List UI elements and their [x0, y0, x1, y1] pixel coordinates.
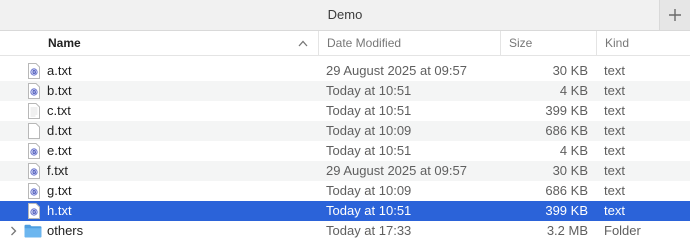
file-size: 4 KB	[559, 143, 588, 158]
file-row-f[interactable]: f.txt 29 August 2025 at 09:57 30 KB text	[0, 161, 690, 181]
file-date: Today at 10:51	[326, 203, 412, 218]
window-title: Demo	[327, 7, 363, 22]
folder-size: 3.2 MB	[546, 223, 588, 238]
file-size: 4 KB	[559, 83, 588, 98]
file-size: 686 KB	[545, 183, 588, 198]
file-name: a.txt	[47, 63, 72, 78]
file-size: 30 KB	[552, 163, 588, 178]
file-list: a.txt 29 August 2025 at 09:57 30 KB text…	[0, 61, 690, 241]
file-date: Today at 10:51	[326, 83, 412, 98]
finder-window: Demo Name Date Modified Size Kind a.txt	[0, 0, 690, 249]
file-name: f.txt	[47, 163, 68, 178]
file-kind: text	[604, 203, 625, 218]
column-header-name[interactable]: Name	[0, 31, 318, 55]
plus-icon	[669, 9, 681, 21]
file-row-g[interactable]: g.txt Today at 10:09 686 KB text	[0, 181, 690, 201]
file-name: c.txt	[47, 103, 71, 118]
file-date: Today at 10:09	[326, 183, 412, 198]
file-size: 399 KB	[545, 103, 588, 118]
column-header: Name Date Modified Size Kind	[0, 31, 690, 56]
file-date: Today at 10:51	[326, 103, 412, 118]
file-kind: text	[604, 183, 625, 198]
folder-name: others	[47, 223, 84, 238]
file-name: h.txt	[47, 203, 72, 218]
file-kind: text	[604, 123, 625, 138]
file-date: Today at 10:09	[326, 123, 412, 138]
file-row-d[interactable]: d.txt Today at 10:09 686 KB text	[0, 121, 690, 141]
file-kind: text	[604, 63, 625, 78]
file-kind: text	[604, 143, 625, 158]
file-row-h[interactable]: h.txt Today at 10:51 399 KB text	[0, 201, 690, 221]
sort-ascending-icon	[298, 40, 308, 47]
file-name: e.txt	[47, 143, 72, 158]
column-header-date-modified[interactable]: Date Modified	[318, 31, 500, 55]
file-kind: text	[604, 163, 625, 178]
file-size: 399 KB	[545, 203, 588, 218]
file-size: 686 KB	[545, 123, 588, 138]
file-name: d.txt	[47, 123, 72, 138]
file-date: 29 August 2025 at 09:57	[326, 63, 467, 78]
file-row-a[interactable]: a.txt 29 August 2025 at 09:57 30 KB text	[0, 61, 690, 81]
new-tab-button[interactable]	[659, 0, 690, 30]
file-row-b[interactable]: b.txt Today at 10:51 4 KB text	[0, 81, 690, 101]
file-row-c[interactable]: c.txt Today at 10:51 399 KB text	[0, 101, 690, 121]
column-header-name-label: Name	[48, 36, 81, 50]
folder-date: Today at 17:33	[326, 223, 412, 238]
file-kind: text	[604, 103, 625, 118]
file-name: g.txt	[47, 183, 72, 198]
column-header-kind[interactable]: Kind	[596, 31, 690, 55]
column-header-size[interactable]: Size	[500, 31, 596, 55]
window-titlebar: Demo	[0, 0, 690, 31]
file-kind: text	[604, 83, 625, 98]
folder-row-others[interactable]: others Today at 17:33 3.2 MB Folder	[0, 221, 690, 241]
file-date: 29 August 2025 at 09:57	[326, 163, 467, 178]
file-size: 30 KB	[552, 63, 588, 78]
file-row-e[interactable]: e.txt Today at 10:51 4 KB text	[0, 141, 690, 161]
file-name: b.txt	[47, 83, 72, 98]
file-date: Today at 10:51	[326, 143, 412, 158]
folder-kind: Folder	[604, 223, 641, 238]
